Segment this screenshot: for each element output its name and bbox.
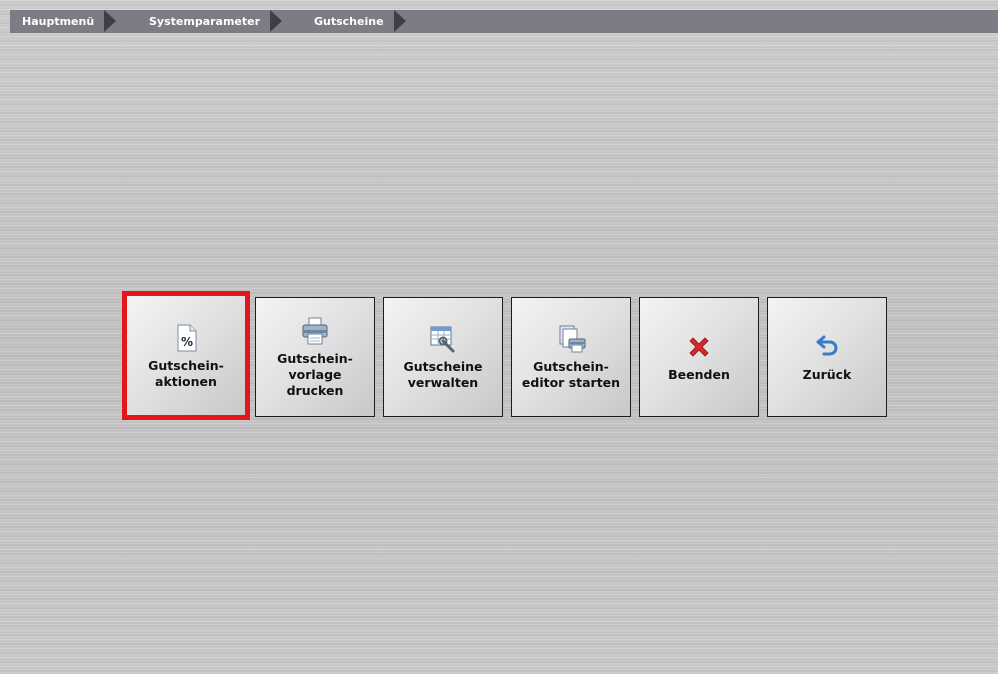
button-label: Zurück xyxy=(802,367,852,382)
document-printer-icon xyxy=(559,325,586,353)
button-label: Gutschein- vorlage drucken xyxy=(277,351,353,398)
zurueck-button[interactable]: Zurück xyxy=(767,297,887,417)
svg-text:%: % xyxy=(181,335,193,349)
breadcrumb-separator-icon xyxy=(104,10,116,32)
beenden-button[interactable]: Beenden xyxy=(639,297,759,417)
gutscheine-verwalten-button[interactable]: Gutscheine verwalten xyxy=(383,297,503,417)
button-label: Beenden xyxy=(668,367,730,382)
button-label: Gutschein- aktionen xyxy=(148,358,224,389)
button-label: Gutschein- editor starten xyxy=(521,359,621,390)
breadcrumb-separator-icon xyxy=(394,10,406,32)
breadcrumb-separator-icon xyxy=(270,10,282,32)
table-wrench-icon xyxy=(430,326,455,353)
close-x-icon xyxy=(689,337,709,357)
button-label: Gutscheine verwalten xyxy=(403,359,483,390)
printer-icon xyxy=(302,317,328,345)
menu-button-grid: % Gutschein- aktionen Gutschein- vorlage… xyxy=(0,0,998,674)
undo-arrow-icon xyxy=(816,335,838,356)
gutschein-editor-starten-button[interactable]: Gutschein- editor starten xyxy=(511,297,631,417)
gutschein-aktionen-button[interactable]: % Gutschein- aktionen xyxy=(126,295,246,417)
gutschein-vorlage-drucken-button[interactable]: Gutschein- vorlage drucken xyxy=(255,297,375,417)
percent-document-icon: % xyxy=(177,324,197,352)
